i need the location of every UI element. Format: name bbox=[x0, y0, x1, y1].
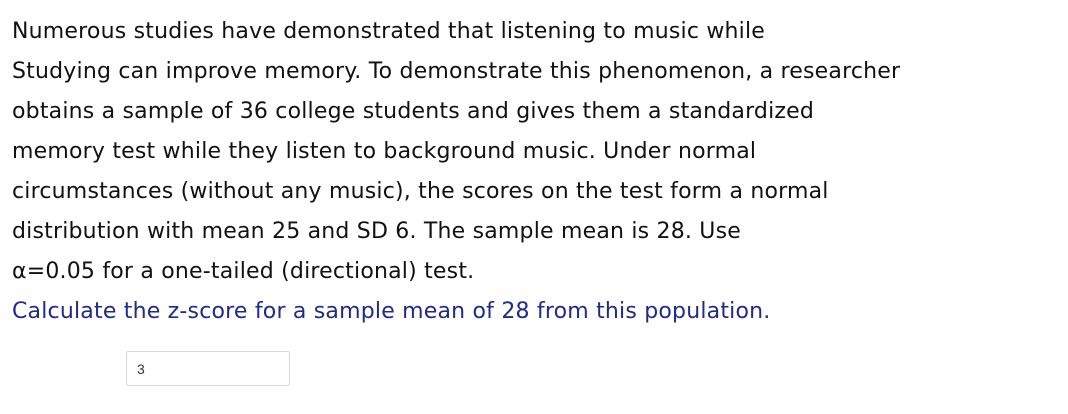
problem-line-6: distribution with mean 25 and SD 6. The … bbox=[12, 219, 741, 244]
answer-input[interactable] bbox=[126, 351, 290, 386]
problem-line-4: memory test while they listen to backgro… bbox=[12, 139, 757, 164]
problem-line-2: Studying can improve memory. To demonstr… bbox=[12, 59, 901, 84]
question-prompt: Calculate the z-score for a sample mean … bbox=[12, 299, 771, 324]
problem-statement: Numerous studies have demonstrated that … bbox=[12, 12, 1060, 292]
problem-line-1: Numerous studies have demonstrated that … bbox=[12, 19, 766, 44]
problem-line-7: α=0.05 for a one-tailed (directional) te… bbox=[12, 259, 475, 284]
problem-line-5: circumstances (without any music), the s… bbox=[12, 179, 829, 204]
problem-line-3: obtains a sample of 36 college students … bbox=[12, 99, 815, 124]
